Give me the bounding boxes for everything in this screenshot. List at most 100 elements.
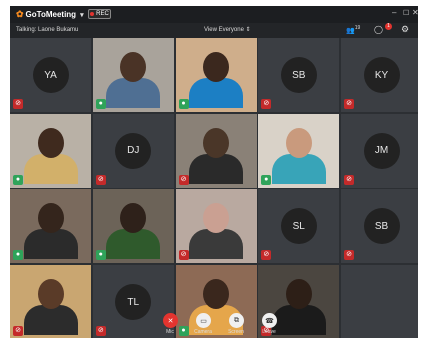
participant-head — [285, 279, 312, 310]
avatar: SB — [363, 208, 400, 245]
participant-video-tile[interactable]: ● — [92, 38, 174, 112]
view-label: View Everyone — [204, 27, 244, 33]
participant-head — [203, 279, 229, 310]
participant-video-feed — [103, 203, 163, 263]
mic-active-icon: ● — [261, 174, 272, 185]
participant-video-feed — [21, 203, 81, 263]
recording-indicator[interactable]: REC — [88, 9, 111, 19]
participant-body — [106, 229, 161, 260]
hangup-icon: ☎ — [265, 317, 274, 325]
chat-icon: ◯ — [374, 25, 383, 34]
avatar: SL — [280, 208, 317, 245]
close-icon[interactable]: ✕ — [412, 8, 418, 17]
chat-badge: 1 — [385, 23, 392, 30]
leave-button[interactable]: ☎ — [262, 313, 277, 328]
participant-tile[interactable]: SB ⊘ — [341, 189, 418, 264]
mic-label: Mic — [166, 329, 174, 335]
chat-button[interactable]: ◯ — [374, 25, 383, 34]
app-menu[interactable]: ✿ GoToMeeting ▾ — [16, 9, 84, 20]
participant-head — [120, 52, 147, 82]
participant-video-feed — [186, 127, 246, 188]
mic-active-icon: ● — [95, 250, 106, 261]
mic-active-icon: ● — [13, 250, 23, 261]
participant-grid: YA ⊘ ● ● SB ⊘ KY ⊘ ● DJ ⊘ ⊘ ● JM ⊘ ● ● ⊘ SL ⊘ SB ⊘ ⊘ TL ⊘ ● ⊘ — [10, 38, 418, 338]
participant-body — [23, 305, 78, 336]
mic-muted-icon: ⊘ — [344, 250, 354, 261]
camera-toggle-button[interactable]: ▭ — [196, 313, 211, 328]
participant-tile[interactable]: YA ⊘ — [10, 38, 91, 112]
participant-video-feed — [269, 127, 329, 188]
participant-head — [37, 127, 64, 158]
updown-icon: ⇕ — [245, 27, 251, 33]
leave-label: Leave — [262, 329, 276, 335]
mic-toggle-button[interactable]: ✕ — [163, 313, 178, 328]
mic-muted-icon: ⊘ — [178, 250, 189, 261]
avatar: SB — [280, 57, 317, 93]
mic-muted-icon: ⊘ — [261, 99, 272, 109]
participant-tile[interactable] — [341, 265, 418, 338]
participant-body — [23, 229, 78, 260]
mic-muted-icon: ⊘ — [95, 326, 106, 337]
participant-video-tile[interactable]: ● — [92, 189, 174, 264]
participant-video-tile[interactable]: ⊘ — [175, 113, 257, 188]
mic-active-icon: ● — [178, 99, 189, 109]
participant-head — [37, 279, 64, 310]
participant-head — [285, 127, 312, 158]
participant-video-tile[interactable]: ⊘ — [10, 265, 91, 338]
avatar: TL — [115, 284, 152, 321]
participant-head — [203, 127, 229, 158]
participant-head — [203, 203, 229, 234]
minimize-icon[interactable]: – — [392, 8, 396, 17]
mic-muted-icon: ✕ — [167, 317, 174, 325]
people-icon: 👥 — [346, 27, 355, 35]
participant-video-feed — [186, 52, 246, 112]
camera-icon: ▭ — [200, 317, 207, 325]
participant-tile[interactable]: DJ ⊘ — [92, 113, 174, 188]
meeting-controls: ✕ Mic ▭ Camera ⧉ Screen ☎ Leave — [160, 313, 290, 338]
participant-video-tile[interactable]: ● — [175, 38, 257, 112]
participant-video-tile[interactable]: ⊘ — [175, 189, 257, 264]
participant-video-tile[interactable]: ● — [258, 113, 340, 188]
mic-muted-icon: ⊘ — [261, 250, 272, 261]
meeting-window: ✿ GoToMeeting ▾ REC – ☐ ✕ Talking: Laone… — [10, 6, 418, 338]
view-selector[interactable]: View Everyone ⇕ — [204, 26, 251, 33]
participant-video-feed — [21, 127, 81, 188]
participant-head — [203, 52, 229, 82]
participant-head — [120, 203, 147, 234]
camera-label: Camera — [194, 329, 212, 335]
title-bar: ✿ GoToMeeting ▾ REC – ☐ ✕ — [10, 6, 418, 23]
gotomeeting-logo-icon: ✿ — [16, 9, 24, 19]
gear-icon[interactable]: ⚙ — [401, 24, 409, 35]
mic-muted-icon: ⊘ — [178, 174, 189, 185]
participant-head — [37, 203, 64, 234]
participant-video-tile[interactable]: ● — [10, 113, 91, 188]
participant-body — [23, 153, 78, 184]
maximize-icon[interactable]: ☐ — [403, 9, 409, 17]
mic-active-icon: ● — [13, 174, 23, 185]
screen-share-button[interactable]: ⧉ — [229, 313, 244, 328]
participant-tile[interactable]: SB ⊘ — [258, 38, 340, 112]
participant-tile[interactable]: KY ⊘ — [341, 38, 418, 112]
attendee-count: 19 — [354, 25, 361, 31]
attendees-button[interactable]: 👥19 — [346, 25, 360, 34]
participant-tile[interactable]: JM ⊘ — [341, 113, 418, 188]
participant-video-feed — [186, 203, 246, 263]
mic-muted-icon: ⊘ — [95, 174, 106, 185]
app-name: GoToMeeting — [25, 10, 77, 19]
participant-body — [189, 78, 243, 108]
participant-body — [189, 229, 243, 260]
screen-share-icon: ⧉ — [234, 316, 239, 324]
screen-label: Screen — [228, 329, 244, 335]
talking-indicator: Talking: Laone Bukamu — [16, 27, 79, 33]
mic-muted-icon: ⊘ — [344, 99, 354, 109]
mic-muted-icon: ⊘ — [13, 326, 23, 337]
participant-video-feed — [103, 52, 163, 112]
participant-tile[interactable]: SL ⊘ — [258, 189, 340, 264]
rec-label: REC — [96, 11, 109, 17]
participant-video-feed — [21, 279, 81, 338]
participant-body — [106, 78, 161, 108]
avatar: JM — [363, 132, 400, 169]
record-dot-icon — [90, 12, 95, 16]
participant-video-tile[interactable]: ● — [10, 189, 91, 264]
chevron-down-icon: ▾ — [80, 11, 84, 19]
